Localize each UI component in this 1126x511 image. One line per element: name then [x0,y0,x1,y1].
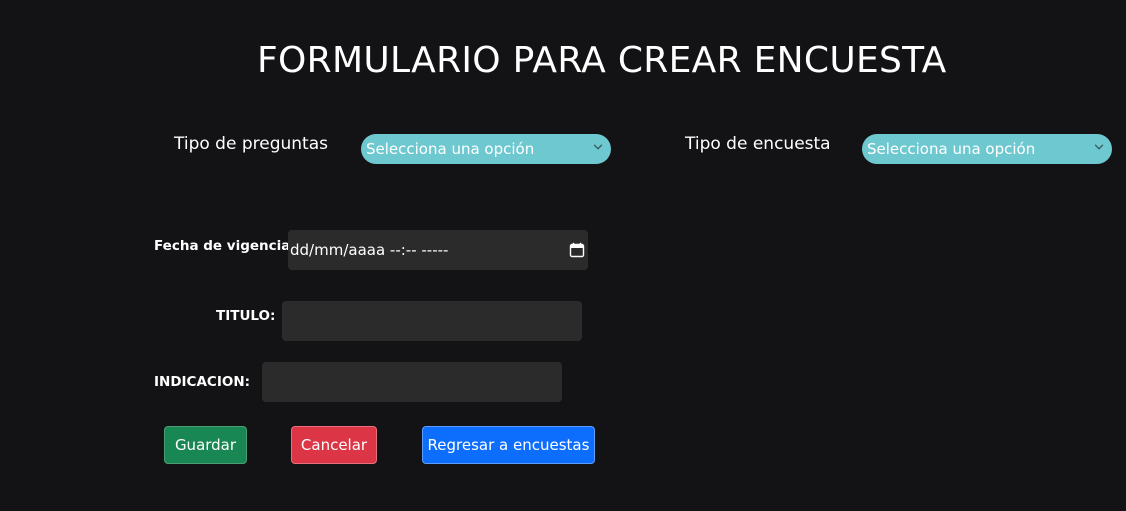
titulo-input[interactable] [282,301,582,341]
guardar-button[interactable]: Guardar [164,426,247,464]
tipo-preguntas-select[interactable]: Selecciona una opción [361,134,611,164]
titulo-label: TITULO: [216,308,276,324]
page-title: FORMULARIO PARA CREAR ENCUESTA [257,40,947,81]
indicacion-input[interactable] [262,362,562,402]
fecha-vigencia-input[interactable]: dd/mm/aaaa --:-- ----- [288,230,588,270]
calendar-icon[interactable] [569,242,585,258]
tipo-encuesta-label: Tipo de encuesta [685,134,831,154]
chevron-down-icon [1094,144,1104,150]
regresar-encuestas-button[interactable]: Regresar a encuestas [422,426,595,464]
indicacion-label: INDICACION: [154,374,251,390]
tipo-encuesta-selected-value: Selecciona una opción [867,140,1036,158]
chevron-down-icon [593,144,603,150]
tipo-encuesta-select[interactable]: Selecciona una opción [862,134,1112,164]
fecha-vigencia-label: Fecha de vigencia [154,238,291,254]
page: FORMULARIO PARA CREAR ENCUESTA Tipo de p… [0,0,1126,511]
fecha-vigencia-placeholder: dd/mm/aaaa --:-- ----- [290,241,449,259]
cancelar-button[interactable]: Cancelar [291,426,377,464]
tipo-preguntas-selected-value: Selecciona una opción [366,140,535,158]
tipo-preguntas-label: Tipo de preguntas [174,134,328,154]
